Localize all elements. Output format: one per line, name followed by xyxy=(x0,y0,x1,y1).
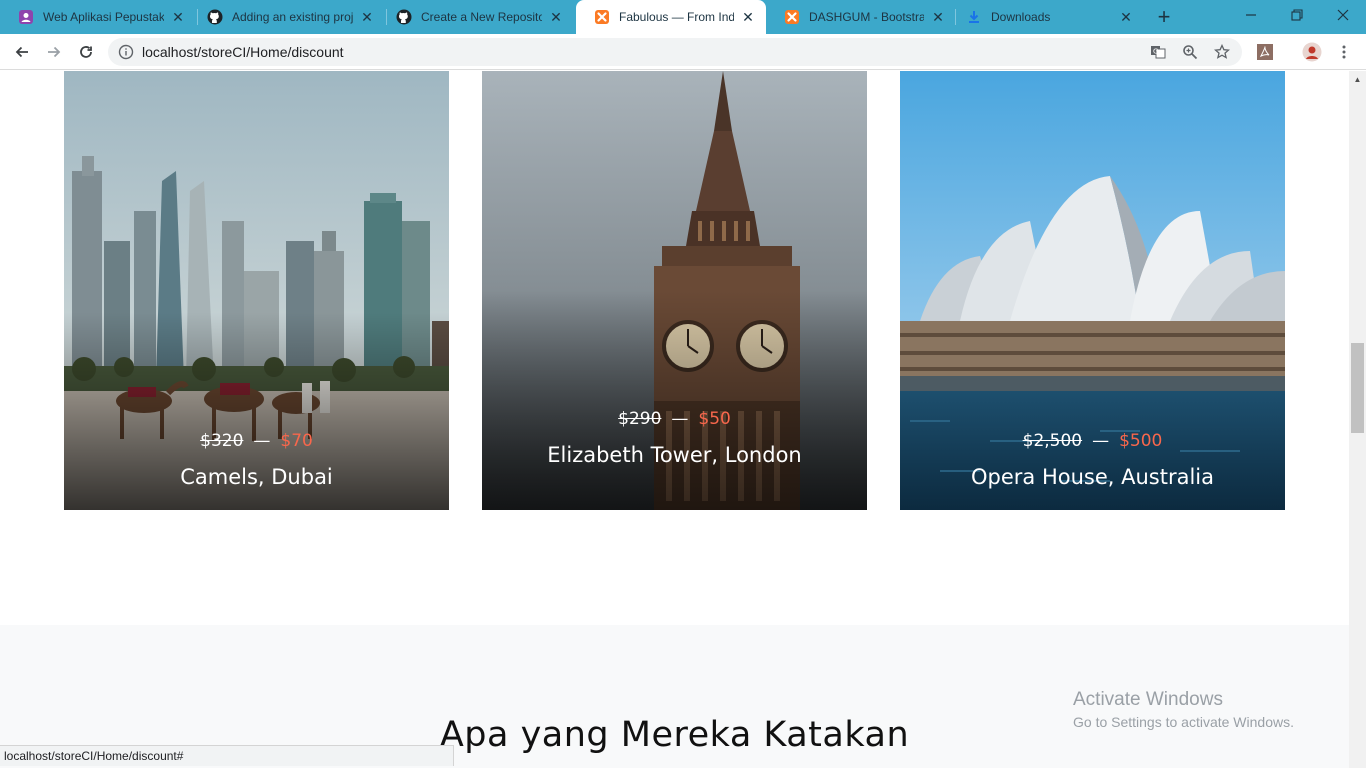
close-tab-icon[interactable]: ✕ xyxy=(548,9,564,25)
discount-price: $70 xyxy=(280,431,313,451)
site-info-icon[interactable] xyxy=(118,44,134,60)
close-window-icon[interactable] xyxy=(1320,0,1366,30)
card-caption: $290 — $50 Elizabeth Tower, London xyxy=(482,409,867,467)
card-title[interactable]: Opera House, Australia xyxy=(900,465,1285,489)
destination-card-sydney[interactable]: $2,500 — $500 Opera House, Australia xyxy=(900,71,1285,510)
tab-title: Web Aplikasi Pepustakaan xyxy=(43,10,164,24)
xampp-icon xyxy=(784,9,800,25)
scroll-thumb[interactable] xyxy=(1351,343,1364,433)
close-tab-icon[interactable]: ✕ xyxy=(1118,9,1134,25)
old-price: $290 xyxy=(618,409,662,429)
card-caption: $2,500 — $500 Opera House, Australia xyxy=(900,431,1285,489)
status-url: localhost/storeCI/Home/discount# xyxy=(4,749,184,763)
tab-title: Create a New Repository xyxy=(421,10,542,24)
price-line: $290 — $50 xyxy=(482,409,867,429)
price-dash: — xyxy=(253,431,271,451)
watermark-title: Activate Windows xyxy=(1073,689,1223,710)
forward-arrow-icon[interactable] xyxy=(40,38,68,66)
page-scrollbar[interactable]: ▲ xyxy=(1349,71,1366,768)
reload-icon[interactable] xyxy=(72,38,100,66)
browser-toolbar: localhost/storeCI/Home/discount G xyxy=(0,34,1366,70)
translate-icon[interactable]: G xyxy=(1150,44,1166,60)
card-title[interactable]: Elizabeth Tower, London xyxy=(482,443,867,467)
download-icon xyxy=(966,9,982,25)
price-dash: — xyxy=(1092,431,1110,451)
tab-fabulous-active[interactable]: Fabulous — From Indonesia ✕ xyxy=(576,0,766,34)
back-arrow-icon[interactable] xyxy=(8,38,36,66)
watermark-subtitle: Go to Settings to activate Windows. xyxy=(1073,714,1294,730)
pdf-extension-icon[interactable] xyxy=(1251,38,1279,66)
close-tab-icon[interactable]: ✕ xyxy=(930,9,946,25)
tab-title: Downloads xyxy=(991,10,1051,24)
close-tab-icon[interactable]: ✕ xyxy=(740,9,756,25)
tab-adding-existing-project[interactable]: Adding an existing project ✕ xyxy=(189,0,385,34)
github-icon xyxy=(396,9,412,25)
tab-strip: Web Aplikasi Pepustakaan ✕ Adding an exi… xyxy=(0,0,1366,34)
price-line: $320 — $70 xyxy=(64,431,449,451)
tab-title: Adding an existing project xyxy=(232,10,353,24)
card-caption: $320 — $70 Camels, Dubai xyxy=(64,431,449,489)
bookmark-star-icon[interactable] xyxy=(1214,44,1230,60)
zoom-icon[interactable] xyxy=(1182,44,1198,60)
card-title[interactable]: Camels, Dubai xyxy=(64,465,449,489)
page-viewport: $320 — $70 Camels, Dubai $290 — $50 Eliz… xyxy=(0,71,1349,768)
close-tab-icon[interactable]: ✕ xyxy=(359,9,375,25)
tab-downloads[interactable]: Downloads ✕ xyxy=(948,0,1144,34)
menu-kebab-icon[interactable] xyxy=(1330,38,1358,66)
tab-web-aplikasi[interactable]: Web Aplikasi Pepustakaan ✕ xyxy=(0,0,196,34)
profile-avatar-icon[interactable] xyxy=(1298,38,1326,66)
svg-text:G: G xyxy=(1153,48,1158,56)
new-tab-plus-icon[interactable]: + xyxy=(1152,4,1176,29)
discount-price: $50 xyxy=(698,409,731,429)
url-text: localhost/storeCI/Home/discount xyxy=(142,44,344,60)
scroll-up-arrow-icon[interactable]: ▲ xyxy=(1349,71,1366,88)
restore-icon[interactable] xyxy=(1274,0,1320,30)
price-line: $2,500 — $500 xyxy=(900,431,1285,451)
old-price: $2,500 xyxy=(1022,431,1083,451)
address-bar[interactable]: localhost/storeCI/Home/discount G xyxy=(108,38,1242,66)
xampp-icon xyxy=(594,9,610,25)
discount-price: $500 xyxy=(1119,431,1163,451)
link-status-bar: localhost/storeCI/Home/discount# xyxy=(0,745,454,766)
minimize-icon[interactable] xyxy=(1228,0,1274,30)
github-icon xyxy=(207,9,223,25)
price-dash: — xyxy=(671,409,689,429)
old-price: $320 xyxy=(200,431,244,451)
tab-title: Fabulous — From Indonesia xyxy=(619,10,734,24)
close-tab-icon[interactable]: ✕ xyxy=(170,9,186,25)
tab-title: DASHGUM - Bootstrap xyxy=(809,10,924,24)
destination-card-london[interactable]: $290 — $50 Elizabeth Tower, London xyxy=(482,71,867,510)
destination-card-dubai[interactable]: $320 — $70 Camels, Dubai xyxy=(64,71,449,510)
user-profile-icon xyxy=(18,9,34,25)
tab-create-repository[interactable]: Create a New Repository ✕ xyxy=(378,0,574,34)
tab-dashgum[interactable]: DASHGUM - Bootstrap ✕ xyxy=(766,0,956,34)
windows-activation-watermark: Activate Windows Go to Settings to activ… xyxy=(1073,689,1294,730)
